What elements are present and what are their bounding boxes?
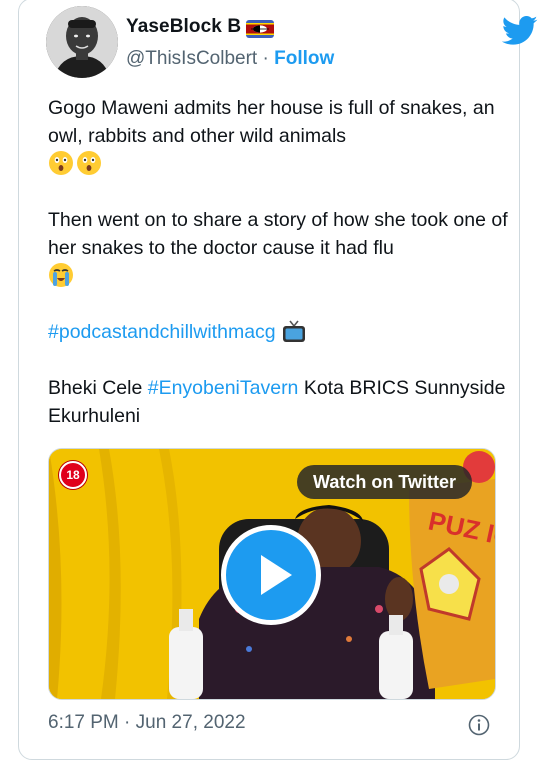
handle-row: @ThisIsColbert · Follow	[126, 48, 334, 70]
hashtag-link[interactable]: #podcastandchillwithmacg	[48, 321, 276, 343]
tweet-header: YaseBlock B @ThisIsColbert · Follow	[46, 6, 538, 78]
tweet-line-4-prefix: Bheki Cele	[48, 377, 148, 399]
video-player[interactable]: PUZ ICE 18 Watch on Twitter	[48, 448, 496, 700]
twitter-bird-icon[interactable]	[502, 16, 538, 46]
tweet-line-2: Then went on to share a story of how she…	[48, 209, 508, 259]
tweet-paragraph-1: Gogo Maweni admits her house is full of …	[48, 94, 508, 178]
watch-on-twitter-button[interactable]: Watch on Twitter	[297, 465, 472, 499]
info-icon[interactable]	[468, 714, 490, 736]
play-icon[interactable]	[221, 525, 321, 625]
user-handle[interactable]: @ThisIsColbert	[126, 48, 257, 69]
follow-button[interactable]: Follow	[274, 48, 334, 69]
tweet-paragraph-4: Bheki Cele #EnyobeniTavern Kota BRICS Su…	[48, 374, 508, 430]
tweet-paragraph-2: Then went on to share a story of how she…	[48, 206, 508, 290]
tweet-timestamp[interactable]: 6:17 PM · Jun 27, 2022	[48, 712, 246, 734]
loudly-crying-face-emoji	[48, 262, 74, 288]
astonished-face-emoji	[48, 150, 74, 176]
astonished-face-emoji	[76, 150, 102, 176]
separator-dot: ·	[262, 48, 269, 69]
eswatini-flag-icon	[246, 20, 274, 38]
hashtag-link[interactable]: #EnyobeniTavern	[148, 377, 299, 399]
avatar[interactable]	[46, 6, 118, 78]
tweet-line-1: Gogo Maweni admits her house is full of …	[48, 97, 495, 147]
display-name[interactable]: YaseBlock B	[126, 16, 241, 38]
age-restriction-badge: 18	[59, 461, 87, 489]
tweet-paragraph-3: #podcastandchillwithmacg	[48, 318, 508, 346]
television-emoji	[281, 318, 307, 344]
